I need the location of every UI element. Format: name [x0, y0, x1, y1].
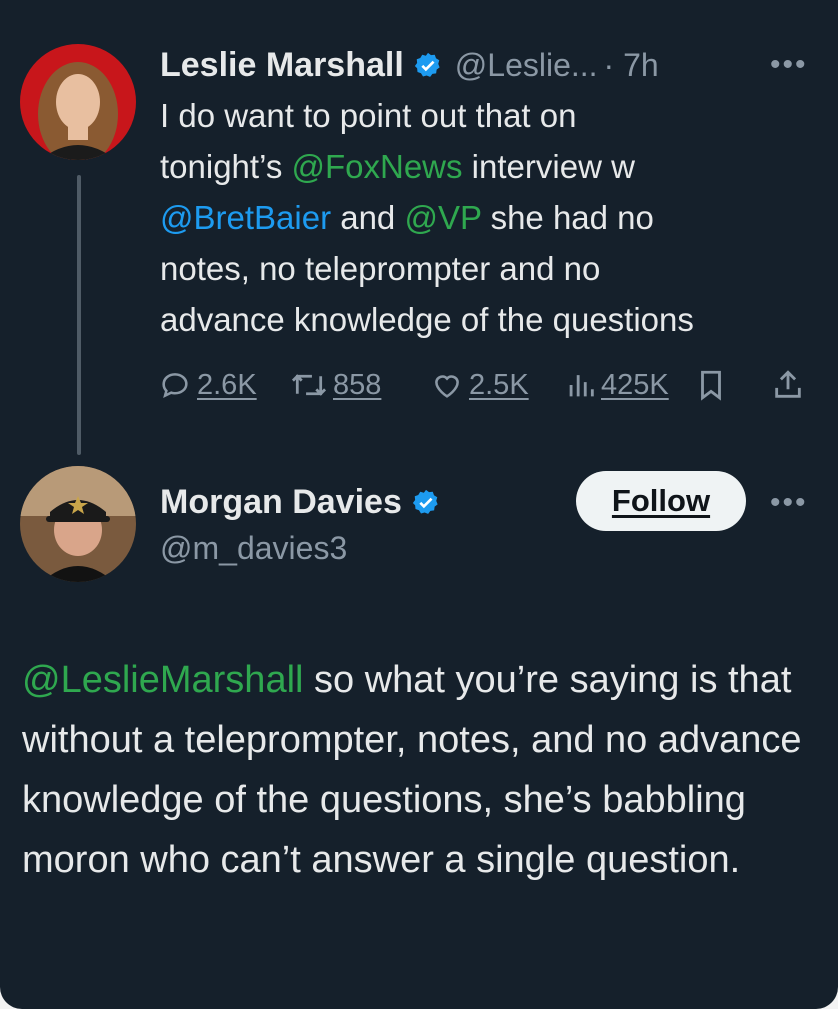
- tweet-body: I do want to point out that on tonight’s…: [160, 90, 694, 345]
- verified-badge-icon: [411, 488, 441, 518]
- retweet-count: 858: [333, 368, 382, 401]
- thread-connector-line: [77, 175, 81, 455]
- tweet-line: advance knowledge of the questions: [160, 301, 694, 338]
- bookmark-button[interactable]: [696, 368, 726, 402]
- views-icon: [566, 368, 596, 402]
- avatar-leslie-marshall[interactable]: [20, 44, 136, 160]
- mention-lesliemarshall[interactable]: @LeslieMarshall: [22, 659, 303, 701]
- tweet-thread: Leslie Marshall @Leslie... · 7h ••• I do…: [0, 0, 838, 1009]
- reply-header: Morgan Davies: [160, 483, 441, 522]
- mention-bretbaier[interactable]: @BretBaier: [160, 199, 331, 236]
- verified-badge-icon: [413, 51, 443, 81]
- like-button[interactable]: 2.5K: [430, 368, 529, 402]
- more-options-icon[interactable]: •••: [770, 48, 808, 82]
- reply-button[interactable]: 2.6K: [158, 368, 257, 402]
- reply-author-handle[interactable]: @m_davies3: [160, 530, 347, 567]
- tweet-line: she had no: [481, 199, 654, 236]
- reply-icon: [158, 368, 192, 402]
- more-options-icon[interactable]: •••: [770, 486, 808, 520]
- mention-vp[interactable]: @VP: [404, 199, 481, 236]
- author-name[interactable]: Leslie Marshall: [160, 46, 404, 85]
- share-icon: [772, 368, 804, 402]
- follow-button[interactable]: Follow: [576, 471, 746, 531]
- like-count: 2.5K: [469, 368, 529, 401]
- view-count: 425K: [601, 368, 669, 401]
- tweet-line: tonight’s: [160, 148, 292, 185]
- retweet-icon: [290, 368, 328, 402]
- tweet-line: interview w: [462, 148, 635, 185]
- tweet-line: I do want to point out that on: [160, 97, 577, 134]
- reply-count: 2.6K: [197, 368, 257, 401]
- tweet-actions-bar: 2.6K 858 2.5K 425K: [158, 368, 808, 408]
- tweet-line: and: [331, 199, 405, 236]
- tweet-line: notes, no teleprompter and no: [160, 250, 601, 287]
- tweet-timestamp[interactable]: · 7h: [604, 47, 659, 84]
- author-handle[interactable]: @Leslie...: [455, 47, 598, 84]
- share-button[interactable]: [772, 368, 804, 402]
- retweet-button[interactable]: 858: [290, 368, 381, 402]
- heart-icon: [430, 368, 464, 402]
- avatar-morgan-davies[interactable]: [20, 466, 136, 582]
- tweet-header: Leslie Marshall @Leslie... · 7h: [160, 46, 659, 85]
- bookmark-icon: [696, 368, 726, 402]
- mention-foxnews[interactable]: @FoxNews: [291, 148, 462, 185]
- reply-author-name[interactable]: Morgan Davies: [160, 483, 402, 522]
- views-button[interactable]: 425K: [566, 368, 669, 402]
- reply-body: @LeslieMarshall so what you’re saying is…: [22, 650, 822, 890]
